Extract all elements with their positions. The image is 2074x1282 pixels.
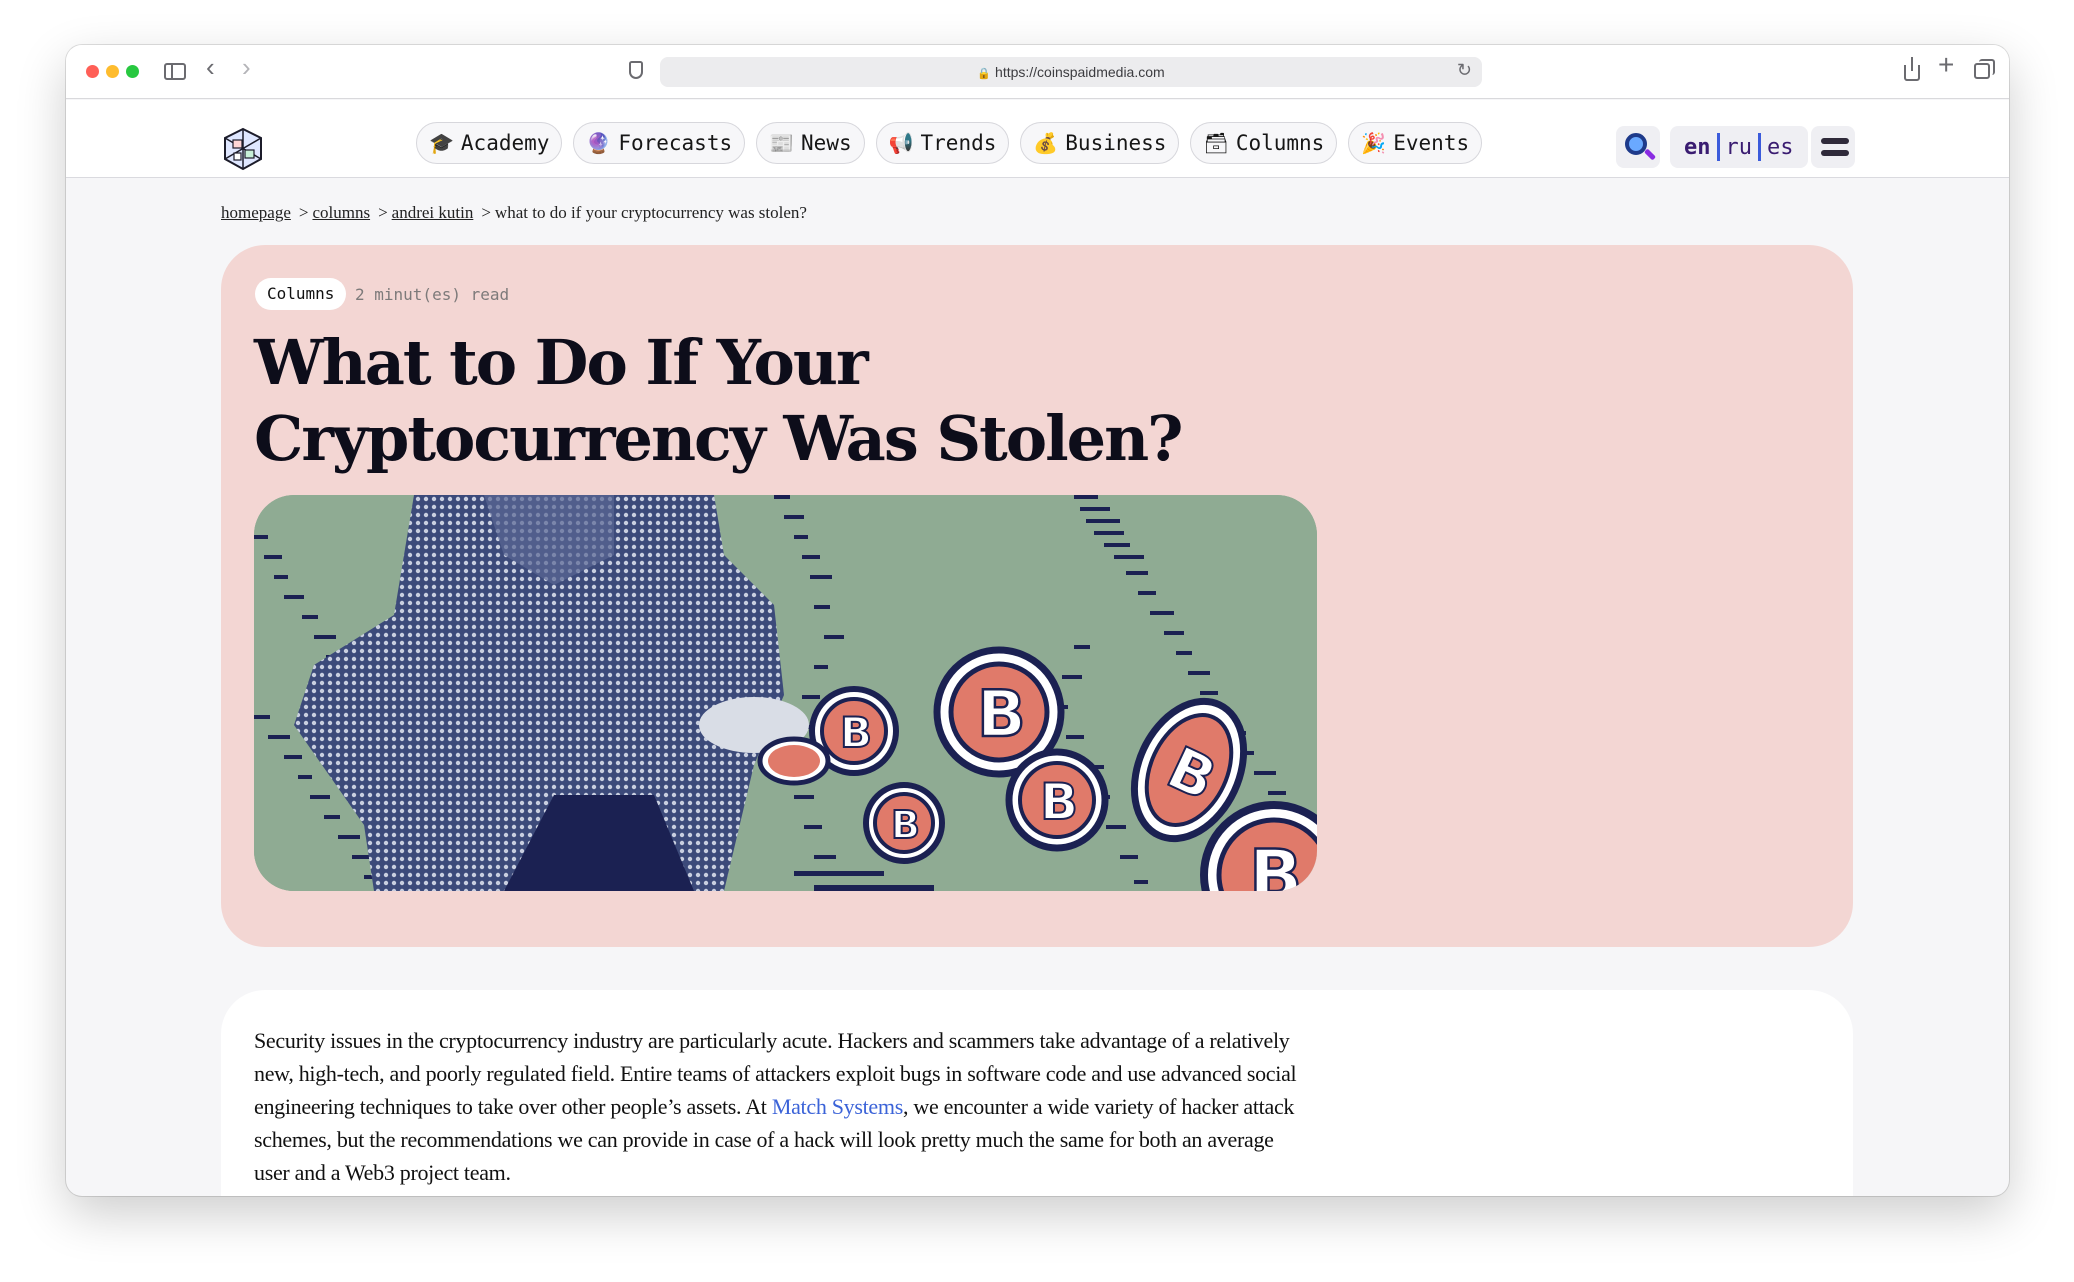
card-file-box-icon: 🗃 <box>1203 131 1229 155</box>
breadcrumb-columns[interactable]: columns <box>312 203 370 222</box>
forward-arrow-icon[interactable]: › <box>242 54 251 80</box>
breadcrumb-author[interactable]: andrei kutin <box>392 203 474 222</box>
tab-overview-icon[interactable] <box>1974 59 1995 79</box>
browser-window: ‹ › 🔒 https://coinspaidmedia.com ↻ + 🎓 Aca… <box>66 45 2009 1196</box>
svg-text:B: B <box>1040 773 1078 831</box>
breadcrumb-separator: > <box>378 203 388 222</box>
url-text: https://coinspaidmedia.com <box>995 64 1165 80</box>
breadcrumb: homepage > columns > andrei kutin > what to do… <box>221 203 807 223</box>
sidebar-toggle-icon[interactable] <box>164 63 186 80</box>
article-title: What to Do If Your Cryptocurrency Was St… <box>254 326 1184 475</box>
back-arrow-icon[interactable]: ‹ <box>206 54 215 80</box>
nav-business[interactable]: 💰 Business <box>1020 122 1180 164</box>
reload-icon[interactable]: ↻ <box>1457 60 1472 81</box>
nav-news-label: News <box>801 131 852 155</box>
menu-bar-bottom <box>1821 150 1849 156</box>
language-switcher: en ru es <box>1670 126 1808 168</box>
graduation-cap-icon: 🎓 <box>429 131 454 155</box>
address-bar[interactable]: 🔒 https://coinspaidmedia.com ↻ <box>660 57 1482 87</box>
breadcrumb-homepage[interactable]: homepage <box>221 203 291 222</box>
site-logo[interactable] <box>220 126 266 172</box>
magnifier-handle <box>1643 148 1657 161</box>
nav-events[interactable]: 🎉 Events <box>1348 122 1483 164</box>
close-window-button[interactable] <box>86 65 99 78</box>
site-header: 🎓 Academy 🔮 Forecasts 📰 News 📢 Trends 💰 Busin… <box>66 100 2009 178</box>
nav-forecasts[interactable]: 🔮 Forecasts <box>573 122 746 164</box>
breadcrumb-current: what to do if your cryptocurrency was st… <box>494 203 807 222</box>
match-systems-link[interactable]: Match Systems <box>772 1094 903 1119</box>
nav-news[interactable]: 📰 News <box>756 122 865 164</box>
privacy-shield-icon[interactable] <box>629 61 643 79</box>
breadcrumb-separator: > <box>298 203 309 222</box>
share-icon[interactable] <box>1904 57 1920 81</box>
breadcrumb-separator: > <box>481 203 491 222</box>
newspaper-icon: 📰 <box>769 131 795 155</box>
lang-ru[interactable]: ru <box>1720 135 1759 160</box>
nav-academy[interactable]: 🎓 Academy <box>416 122 563 164</box>
lock-icon: 🔒 <box>977 68 992 80</box>
category-tag[interactable]: Columns <box>255 278 347 310</box>
lang-en[interactable]: en <box>1678 135 1717 160</box>
browser-toolbar: ‹ › 🔒 https://coinspaidmedia.com ↻ + <box>66 45 2009 99</box>
nav-columns[interactable]: 🗃 Columns <box>1190 122 1338 164</box>
minimize-window-button[interactable] <box>106 65 119 78</box>
nav-trends-label: Trends <box>920 131 997 155</box>
svg-text:B: B <box>977 678 1026 752</box>
hamburger-menu-button[interactable] <box>1811 126 1855 168</box>
article-hero-image: B B B B B B <box>254 495 1317 891</box>
url-text-container: 🔒 https://coinspaidmedia.com <box>660 64 1482 80</box>
search-button[interactable] <box>1616 126 1660 168</box>
svg-text:B: B <box>840 708 872 757</box>
article-hero: Columns 2 minut(es) read What to Do If Y… <box>221 245 1853 947</box>
nav-business-label: Business <box>1065 131 1167 155</box>
svg-text:B: B <box>1249 835 1302 891</box>
money-bag-icon: 💰 <box>1033 131 1059 155</box>
nav-academy-label: Academy <box>460 131 550 155</box>
nav-trends[interactable]: 📢 Trends <box>875 122 1010 164</box>
article-body: Security issues in the cryptocurrency in… <box>221 990 1853 1196</box>
main-navigation: 🎓 Academy 🔮 Forecasts 📰 News 📢 Trends 💰 Busin… <box>416 122 1483 164</box>
party-popper-icon: 🎉 <box>1361 131 1387 155</box>
hero-illustration: B B B B B B <box>254 495 1317 891</box>
menu-bar-top <box>1821 138 1849 144</box>
new-tab-icon[interactable]: + <box>1938 51 1954 79</box>
megaphone-icon: 📢 <box>888 131 914 155</box>
zoom-window-button[interactable] <box>126 65 139 78</box>
crystal-ball-icon: 🔮 <box>586 131 612 155</box>
nav-columns-label: Columns <box>1235 131 1325 155</box>
nav-events-label: Events <box>1393 131 1470 155</box>
svg-text:B: B <box>891 803 920 847</box>
article-intro-paragraph: Security issues in the cryptocurrency in… <box>254 1024 1314 1189</box>
nav-forecasts-label: Forecasts <box>618 131 733 155</box>
read-time: 2 minut(es) read <box>355 285 510 304</box>
lang-es[interactable]: es <box>1761 135 1800 160</box>
